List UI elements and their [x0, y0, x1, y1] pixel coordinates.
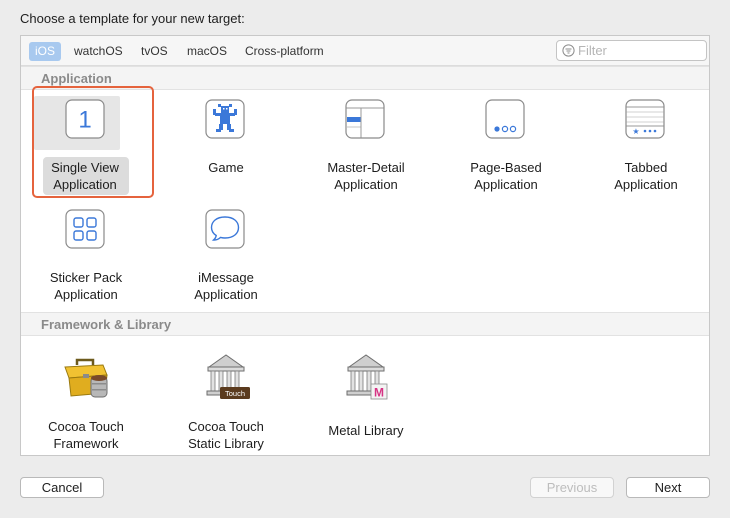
section-label-application: Application [41, 71, 112, 86]
svg-text:★: ★ [632, 127, 639, 136]
template-name: Metal Library [296, 422, 436, 439]
selection-frame [32, 86, 154, 198]
template-name-line1: Cocoa Touch [48, 419, 124, 434]
template-name-line1: Metal Library [328, 423, 404, 438]
template-name: Master-Detail Application [296, 159, 436, 193]
template-name: iMessage Application [156, 269, 296, 303]
template-imessage-application[interactable]: iMessage Application [156, 201, 296, 306]
tab-cross-platform[interactable]: Cross-platform [239, 42, 330, 61]
section-label-framework-library: Framework & Library [41, 317, 172, 332]
metal-library-icon: M [341, 351, 391, 401]
template-metal-library[interactable]: M Metal Library [296, 346, 436, 451]
filter-icon [562, 44, 575, 57]
template-page-based-application[interactable]: Page-Based Application [436, 91, 576, 196]
template-game[interactable]: Game [156, 91, 296, 196]
template-name-line2: Application [194, 287, 258, 302]
platform-tab-bar: iOS watchOS tvOS macOS Cross-platform [21, 36, 709, 66]
template-name: Sticker Pack Application [21, 269, 156, 303]
master-detail-app-icon [345, 99, 385, 139]
template-name-line2: Application [474, 177, 538, 192]
template-name-line1: Sticker Pack [49, 270, 123, 285]
template-name: Cocoa Touch Framework [21, 418, 156, 452]
tab-watchos[interactable]: watchOS [68, 42, 129, 61]
template-name-line2: Application [614, 177, 678, 192]
toolbox-icon [61, 351, 111, 401]
template-cocoa-touch-static-library[interactable]: Touch Cocoa Touch Static Library [156, 346, 296, 451]
sticker-pack-app-icon [65, 209, 105, 249]
template-name-line1: Cocoa Touch [188, 419, 264, 434]
tab-ios[interactable]: iOS [29, 42, 62, 61]
dialog-heading: Choose a template for your new target: [20, 11, 245, 26]
template-name-line2: Static Library [188, 436, 264, 451]
static-library-badge: Touch [225, 389, 245, 398]
template-name-line1: Master-Detail [327, 160, 405, 175]
template-name-line2: Framework [53, 436, 119, 451]
template-tabbed-application[interactable]: ★ Tabbed Application [576, 91, 709, 196]
page-based-app-icon [485, 99, 525, 139]
cancel-button[interactable]: Cancel [20, 477, 104, 498]
template-name-line1: Tabbed [624, 160, 668, 175]
template-name: Game [156, 159, 296, 176]
template-name: Page-Based Application [436, 159, 576, 193]
template-name-line1: iMessage [198, 270, 254, 285]
template-name-line1: Page-Based [470, 160, 542, 175]
template-cocoa-touch-framework[interactable]: Cocoa Touch Framework [21, 346, 156, 452]
tab-tvos[interactable]: tvOS [135, 42, 174, 61]
imessage-app-icon [205, 209, 245, 249]
game-app-icon [205, 99, 245, 139]
metal-badge: M [374, 386, 384, 400]
tabbed-app-icon: ★ [625, 99, 665, 139]
template-sticker-pack-application[interactable]: Sticker Pack Application [21, 201, 156, 306]
template-name: Cocoa Touch Static Library [156, 418, 296, 452]
template-name-line2: Application [334, 177, 398, 192]
template-name-line2: Application [54, 287, 118, 302]
template-master-detail-application[interactable]: Master-Detail Application [296, 91, 436, 196]
template-name: Tabbed Application [576, 159, 709, 193]
static-library-icon: Touch [201, 351, 251, 401]
filter-input[interactable] [578, 42, 704, 59]
next-button[interactable]: Next [626, 477, 710, 498]
previous-button[interactable]: Previous [530, 477, 614, 498]
tab-macos[interactable]: macOS [181, 42, 233, 61]
filter-field[interactable] [556, 40, 707, 61]
template-name-line1: Game [208, 160, 244, 175]
section-header-framework-library: Framework & Library [21, 312, 709, 336]
